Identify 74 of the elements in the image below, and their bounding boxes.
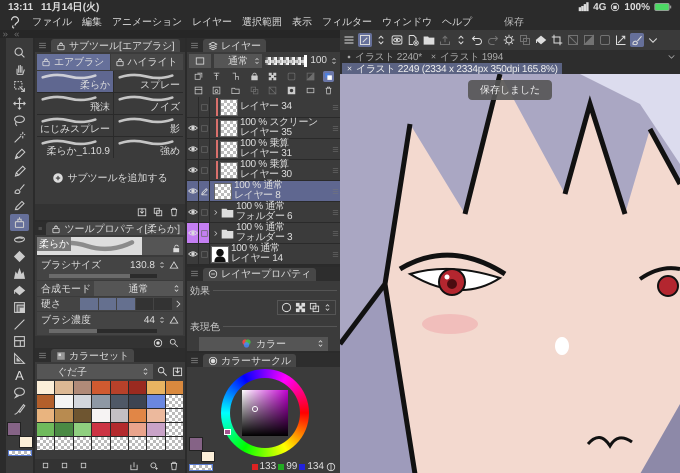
save-label: 保存 <box>504 16 524 29</box>
brush-item[interactable]: 柔らか <box>37 71 113 92</box>
document-tab[interactable]: イラスト 2249 (2334 x 2334px 350dpi 165.8%) <box>342 63 562 74</box>
layer-blend-mode: 100 % 通常 <box>234 181 284 191</box>
layer-name: レイヤー 14 <box>231 254 284 264</box>
channel-value: 99 <box>286 461 298 472</box>
layer-row[interactable]: 100 % 乗算 レイヤー 31 <box>187 139 340 160</box>
add-subtool-button[interactable]: サブツールを追加する <box>46 169 174 187</box>
section-label: 効果 <box>190 284 210 298</box>
layer-name: レイヤー 8 <box>234 191 281 201</box>
layer-blend-mode: 100 % 通常 <box>236 202 286 212</box>
opacity-value[interactable]: 100 <box>310 55 327 66</box>
menu-item[interactable]: レイヤー <box>192 15 232 29</box>
layer-row[interactable]: 100 % スクリーン レイヤー 35 <box>187 118 340 139</box>
property-label: ブラシ濃度 <box>41 314 92 327</box>
layer-name: レイヤー 30 <box>240 170 293 180</box>
property-label: 合成モード <box>41 282 91 296</box>
layer-name: フォルダー 3 <box>236 233 294 243</box>
layer-row[interactable]: 100 % 通常 レイヤー 8 <box>187 181 340 202</box>
brush-item[interactable]: ノイズ <box>114 93 183 114</box>
menu-item[interactable]: 編集 <box>82 15 102 29</box>
brush-item[interactable]: スプレー <box>114 71 183 92</box>
layer-name: レイヤー 31 <box>240 149 293 159</box>
clock-time: 13:11 <box>8 2 34 12</box>
menu-item[interactable]: ヘルプ <box>442 15 472 29</box>
layer-blend-mode: 100 % 通常 <box>236 223 286 233</box>
layer-name: レイヤー 35 <box>240 128 293 138</box>
panel-tab[interactable]: レイヤー <box>203 39 266 52</box>
channel-value: 134 <box>307 461 324 472</box>
layer-blend-mode: 100 % 通常 <box>231 244 281 254</box>
property-label: 硬さ <box>41 298 62 311</box>
brush-item[interactable]: にじみスプレー <box>37 115 113 136</box>
menu-item[interactable]: ウィンドウ <box>382 15 432 29</box>
panel-tab[interactable]: カラーサークル <box>203 354 296 367</box>
layer-row[interactable]: 100 % 通常 レイヤー 14 <box>187 244 340 265</box>
brush-item[interactable]: 強め <box>114 137 183 158</box>
menu-item[interactable]: 選択範囲 <box>242 15 282 29</box>
panel-tab[interactable]: カラーセット <box>51 349 134 362</box>
section-label: 表現色 <box>190 320 220 334</box>
blend-mode-dropdown[interactable]: 通常 <box>94 281 183 296</box>
text-tool[interactable]: A <box>10 367 29 384</box>
menu-item[interactable]: 表示 <box>292 15 312 29</box>
battery-percent: 100% <box>624 2 650 12</box>
date-text: 11月14日(火) <box>41 0 100 14</box>
network-label: 4G <box>593 2 606 12</box>
panel-tab[interactable]: ツールプロパティ[柔らか] <box>46 222 185 235</box>
expression-color-dropdown[interactable]: カラー <box>199 336 328 351</box>
preview-label: 柔らか <box>37 237 71 251</box>
property-value[interactable]: 44 <box>144 314 155 326</box>
menu-item[interactable]: フィルター <box>322 15 372 29</box>
layer-blend-mode: 100 % 乗算 <box>240 160 290 170</box>
layer-row[interactable]: レイヤー 34 <box>187 97 340 118</box>
channel-value: 133 <box>260 461 276 472</box>
layer-blend-mode: 100 % スクリーン <box>240 118 319 128</box>
layer-blend-mode: 100 % 乗算 <box>240 139 290 149</box>
blend-mode-dropdown[interactable]: 通常 <box>214 54 262 68</box>
property-label: ブラシサイズ <box>41 258 102 272</box>
panel-tab[interactable]: レイヤープロパティ <box>203 268 316 281</box>
layer-name: フォルダー 6 <box>236 212 294 222</box>
layer-row[interactable]: 100 % 通常 フォルダー 3 <box>187 223 340 244</box>
menu-item[interactable]: ファイル <box>32 15 72 29</box>
color-set-dropdown[interactable]: ぐだ子 <box>37 364 153 379</box>
toast-message: 保存しました <box>468 80 552 100</box>
layer-row[interactable]: 100 % 通常 フォルダー 6 <box>187 202 340 223</box>
brush-item[interactable]: 影 <box>114 115 183 136</box>
menu-item[interactable]: アニメーション <box>112 15 182 29</box>
layer-row[interactable]: 100 % 乗算 レイヤー 30 <box>187 160 340 181</box>
panel-tab[interactable]: サブツール[エアブラシ] <box>51 39 180 52</box>
layer-name: レイヤー 34 <box>240 102 293 112</box>
brush-item[interactable]: 柔らか_1.10.9 <box>37 137 113 158</box>
subtool-group-tab[interactable]: エアブラシ <box>37 54 110 70</box>
property-value[interactable]: 130.8 <box>130 260 155 270</box>
subtool-group-tab[interactable]: ハイライト <box>110 54 183 70</box>
brush-item[interactable]: 飛沫 <box>37 93 113 114</box>
